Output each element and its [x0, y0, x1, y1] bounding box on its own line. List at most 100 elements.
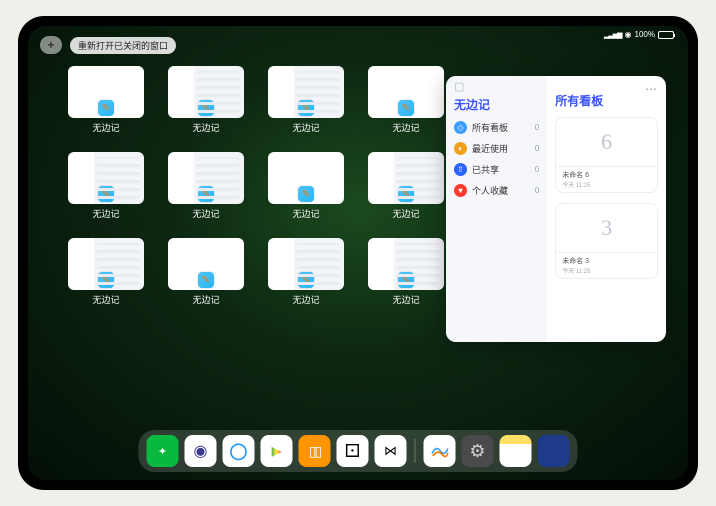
freeform-app-icon	[198, 272, 214, 288]
freeform-app-icon	[98, 272, 114, 288]
content-title: 所有看板	[555, 92, 658, 109]
window-thumbnail[interactable]: 无边记	[266, 238, 346, 306]
all-icon: ◇	[454, 121, 467, 134]
panel-sidebar: 无边记 ◇所有看板0◐最近使用0⇪已共享0♥个人收藏0	[446, 76, 547, 342]
board-name: 未命名 3	[562, 256, 651, 266]
freeform-app-panel[interactable]: ▢ 无边记 ◇所有看板0◐最近使用0⇪已共享0♥个人收藏0 ⋯ 所有看板 6未命…	[446, 76, 666, 342]
board-preview: 3	[556, 204, 657, 252]
sidebar-item-recent[interactable]: ◐ 最近使用 0	[454, 142, 539, 155]
board-time: 今天 11:25	[562, 180, 651, 189]
battery-icon	[658, 31, 674, 39]
window-preview	[68, 66, 144, 118]
sidebar-item-label: 个人收藏	[472, 184, 508, 197]
signal-icon	[604, 30, 622, 39]
panel-content: ⋯ 所有看板 6未命名 6今天 11:253未命名 3今天 11:25	[547, 76, 666, 342]
window-thumbnail[interactable]: 无边记	[166, 66, 246, 134]
dock-books-icon[interactable]	[299, 435, 331, 467]
freeform-app-icon	[398, 272, 414, 288]
window-thumbnail[interactable]: 无边记	[266, 66, 346, 134]
dock-qqbrowser-icon[interactable]	[223, 435, 255, 467]
window-preview	[168, 238, 244, 290]
screen: 100% + 重新打开已关闭的窗口 无边记无边记无边记无边记无边记无边记无边记无…	[28, 26, 688, 480]
board-name: 未命名 6	[562, 170, 651, 180]
battery-percent: 100%	[635, 30, 655, 39]
window-preview	[368, 238, 444, 290]
window-label: 无边记	[92, 121, 119, 134]
ipad-frame: 100% + 重新打开已关闭的窗口 无边记无边记无边记无边记无边记无边记无边记无…	[18, 16, 698, 490]
freeform-app-icon	[98, 186, 114, 202]
window-preview	[368, 152, 444, 204]
window-thumbnail[interactable]: 无边记	[366, 238, 446, 306]
sidebar-toggle-icon[interactable]: ▢	[454, 80, 464, 93]
dock-dice-app-icon[interactable]	[337, 435, 369, 467]
boards-list: 6未命名 6今天 11:253未命名 3今天 11:25	[555, 117, 658, 279]
freeform-app-icon	[98, 100, 114, 116]
dock-video-icon[interactable]	[261, 435, 293, 467]
reopen-closed-window-button[interactable]: 重新打开已关闭的窗口	[70, 37, 176, 54]
window-preview	[268, 66, 344, 118]
board-meta: 未命名 6今天 11:25	[556, 166, 657, 192]
window-thumbnail[interactable]: 无边记	[166, 238, 246, 306]
board-preview: 6	[556, 118, 657, 166]
dock-freeform-icon[interactable]	[424, 435, 456, 467]
freeform-app-icon	[398, 100, 414, 116]
board-item[interactable]: 6未命名 6今天 11:25	[555, 117, 658, 193]
wifi-icon	[625, 30, 632, 39]
window-thumbnail[interactable]: 无边记	[266, 152, 346, 220]
window-thumbnail[interactable]: 无边记	[166, 152, 246, 220]
more-icon[interactable]: ⋯	[645, 82, 658, 96]
sidebar-item-count: 0	[535, 144, 539, 153]
window-thumbnail[interactable]: 无边记	[66, 238, 146, 306]
window-label: 无边记	[192, 207, 219, 220]
window-thumbnail[interactable]: 无边记	[366, 152, 446, 220]
dock-notes-icon[interactable]	[500, 435, 532, 467]
dock-wechat-icon[interactable]	[147, 435, 179, 467]
sidebar-item-label: 最近使用	[472, 142, 508, 155]
freeform-app-icon	[298, 100, 314, 116]
board-item[interactable]: 3未命名 3今天 11:25	[555, 203, 658, 279]
sidebar-item-all[interactable]: ◇所有看板0	[454, 121, 539, 134]
plus-icon: +	[47, 38, 54, 52]
sidebar-item-fav[interactable]: ♥个人收藏0	[454, 184, 539, 197]
sidebar-item-count: 0	[535, 165, 539, 174]
window-preview	[368, 66, 444, 118]
window-preview	[68, 152, 144, 204]
freeform-app-icon	[198, 186, 214, 202]
window-thumbnail[interactable]: 无边记	[66, 66, 146, 134]
add-window-button[interactable]: +	[40, 36, 62, 54]
freeform-app-icon	[198, 100, 214, 116]
window-grid: 无边记无边记无边记无边记无边记无边记无边记无边记无边记无边记无边记无边记	[66, 66, 446, 306]
window-label: 无边记	[292, 207, 319, 220]
window-label: 无边记	[92, 207, 119, 220]
sidebar-title: 无边记	[454, 96, 539, 113]
window-thumbnail[interactable]: 无边记	[66, 152, 146, 220]
dock-nodes-app-icon[interactable]	[375, 435, 407, 467]
window-preview	[268, 238, 344, 290]
window-label: 无边记	[392, 207, 419, 220]
window-label: 无边记	[392, 121, 419, 134]
sidebar-nav: ◇所有看板0◐最近使用0⇪已共享0♥个人收藏0	[454, 121, 539, 197]
recent-icon: ◐	[454, 142, 467, 155]
window-label: 无边记	[92, 293, 119, 306]
board-meta: 未命名 3今天 11:25	[556, 252, 657, 278]
dock-separator	[415, 439, 416, 463]
window-label: 无边记	[392, 293, 419, 306]
window-label: 无边记	[192, 121, 219, 134]
dock-settings-icon[interactable]	[462, 435, 494, 467]
sidebar-item-label: 已共享	[472, 163, 499, 176]
window-preview	[268, 152, 344, 204]
freeform-app-icon	[298, 186, 314, 202]
window-preview	[168, 152, 244, 204]
board-time: 今天 11:25	[562, 266, 651, 275]
sidebar-item-shared[interactable]: ⇪已共享0	[454, 163, 539, 176]
dock-quark-icon[interactable]	[185, 435, 217, 467]
dock-app-library-icon[interactable]	[538, 435, 570, 467]
window-thumbnail[interactable]: 无边记	[366, 66, 446, 134]
sidebar-item-count: 0	[535, 186, 539, 195]
window-label: 无边记	[192, 293, 219, 306]
reopen-label: 重新打开已关闭的窗口	[78, 41, 168, 51]
status-bar: 100%	[604, 30, 674, 39]
window-label: 无边记	[292, 121, 319, 134]
freeform-app-icon	[298, 272, 314, 288]
sidebar-item-label: 所有看板	[472, 121, 508, 134]
